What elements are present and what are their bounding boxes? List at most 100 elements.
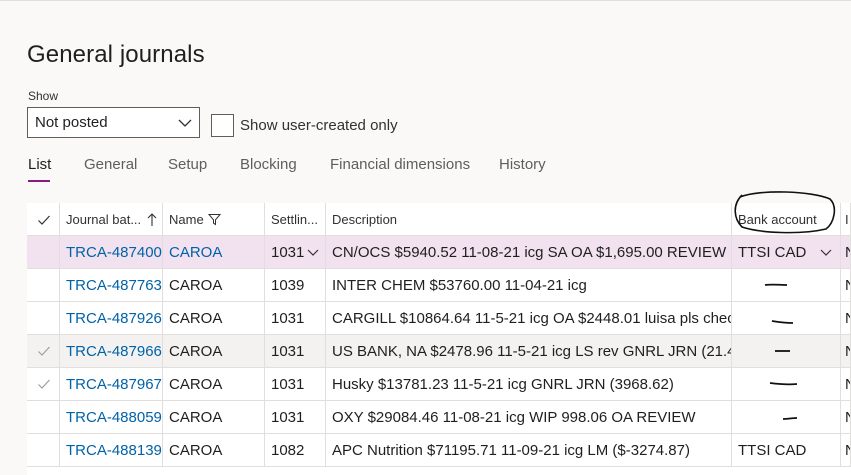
grid-header-row: Journal bat... Name Settlin... Descripti… [27,203,851,236]
journal-batch-link[interactable]: TRCA-487763 [60,269,163,301]
bank-account-cell [732,368,841,400]
journal-batch-link[interactable]: TRCA-488059 [60,401,163,433]
name-cell: CAROA [163,368,265,400]
overflow-cell-text: N [845,277,850,294]
table-row[interactable]: TRCA-487926 CAROA 1031 CARGILL $10864.64 11… [27,302,851,335]
name-cell-text: CAROA [169,375,223,393]
overflow-cell-text: N [845,343,850,360]
name-cell-text: CAROA [169,276,223,294]
row-select-checkbox[interactable] [27,335,60,367]
name-cell-text: CAROA [169,243,223,261]
user-created-only-label[interactable]: Show user-created only [240,117,398,134]
description-cell-text: CN/OCS $5940.52 11-08-21 icg SA OA $1,69… [332,243,732,261]
name-cell-text: CAROA [169,309,223,327]
journal-batch-link[interactable]: TRCA-488139 [60,434,163,466]
journal-batch-link[interactable]: TRCA-487967 [60,368,163,400]
description-cell: CN/OCS $5940.52 11-08-21 icg SA OA $1,69… [326,236,732,268]
tab-blocking[interactable]: Blocking [240,156,297,173]
bank-account-cell-text: TTSI CAD [738,243,807,261]
column-header-settlement-label: Settlin... [271,212,318,227]
settlement-cell: 1031 [265,302,326,334]
settlement-cell-text: 1031 [271,309,305,327]
table-row[interactable]: TRCA-487400 CAROA 1031 CN/OCS $5940.52 11-0… [27,236,851,269]
row-select-checkbox[interactable] [27,269,60,301]
journal-batch-link-text: TRCA-488139 [66,441,162,459]
column-header-bank-account[interactable]: Bank account [732,203,841,236]
name-cell-text: CAROA [169,342,223,360]
column-header-overflow[interactable]: I [841,203,851,236]
settlement-cell-text: 1082 [271,441,305,459]
description-cell: INTER CHEM $53760.00 11-04-21 icg [326,269,732,301]
table-row[interactable]: TRCA-488059 CAROA 1031 OXY $29084.46 11-08-… [27,401,851,434]
tab-general[interactable]: General [84,156,137,173]
settlement-cell: 1082 [265,434,326,466]
column-header-journal-batch[interactable]: Journal bat... [60,203,163,236]
page-title: General journals [27,41,205,68]
table-row[interactable]: TRCA-487966 CAROA 1031 US BANK, NA $2478.96… [27,335,851,368]
column-header-description[interactable]: Description [326,203,732,236]
row-select-checkbox[interactable] [27,368,60,400]
journals-grid: Journal bat... Name Settlin... Descripti… [27,203,851,475]
overflow-cell-text: N [845,376,850,393]
bank-account-cell: TTSI CAD [732,434,841,466]
description-cell-text: INTER CHEM $53760.00 11-04-21 icg [332,276,587,294]
description-cell: US BANK, NA $2478.96 11-5-21 icg LS rev … [326,335,732,367]
settlement-cell-text: 1039 [271,276,305,294]
description-cell: APC Nutrition $71195.71 11-09-21 icg LM … [326,434,732,466]
name-cell: CAROA [163,401,265,433]
name-cell: CAROA [163,269,265,301]
description-cell: Husky $13781.23 11-5-21 icg GNRL JRN (39… [326,368,732,400]
overflow-cell-text: N [845,244,850,261]
settlement-cell-text: 1031 [271,375,305,393]
bank-account-cell-text: TTSI CAD [738,441,807,459]
settlement-cell[interactable]: 1031 [265,236,326,268]
name-cell: CAROA [163,302,265,334]
journal-batch-link-text: TRCA-487966 [66,342,162,360]
column-header-description-label: Description [332,212,398,227]
tab-list[interactable]: List [28,156,51,173]
bank-account-cell [732,401,841,433]
row-select-checkbox[interactable] [27,401,60,433]
settlement-cell-text: 1031 [271,408,305,426]
journal-batch-link-text: TRCA-487926 [66,309,162,327]
settlement-cell-text: 1031 [271,243,305,261]
table-row[interactable]: TRCA-487763 CAROA 1039 INTER CHEM $53760.00… [27,269,851,302]
table-row[interactable]: TRCA-488139 CAROA 1082 APC Nutrition $71195… [27,434,851,467]
name-cell: CAROA [163,434,265,466]
bank-account-cell[interactable]: TTSI CAD [732,236,841,268]
overflow-cell: N [841,269,851,301]
settlement-cell-text: 1031 [271,342,305,360]
bank-account-cell [732,335,841,367]
overflow-cell: N [841,302,851,334]
column-header-settlement[interactable]: Settlin... [265,203,326,236]
overflow-cell-text: N [845,310,850,327]
journal-batch-link[interactable]: TRCA-487926 [60,302,163,334]
overflow-cell: N [841,401,851,433]
row-select-checkbox[interactable] [27,302,60,334]
journal-batch-link[interactable]: TRCA-487966 [60,335,163,367]
column-header-overflow-label: I [845,212,849,227]
tab-financial-dimensions[interactable]: Financial dimensions [330,156,470,173]
show-filter-label: Show [28,89,59,103]
table-row[interactable]: TRCA-487967 CAROA 1031 Husky $13781.23 11-5… [27,368,851,401]
overflow-cell: N [841,335,851,367]
name-cell-text: CAROA [169,408,223,426]
tab-history[interactable]: History [499,156,546,173]
select-all-checkbox[interactable] [27,203,60,236]
filter-icon [207,214,221,226]
chevron-down-icon [178,119,192,127]
column-header-name[interactable]: Name [163,203,265,236]
journal-batch-link[interactable]: TRCA-487400 [60,236,163,268]
overflow-cell: N [841,434,851,466]
user-created-only-checkbox[interactable] [211,114,234,137]
sort-ascending-icon [147,212,157,226]
row-select-checkbox[interactable] [27,434,60,466]
tab-setup[interactable]: Setup [168,156,207,173]
name-cell: CAROA [163,236,265,268]
show-filter-dropdown[interactable]: Not posted [27,107,200,138]
description-cell-text: Husky $13781.23 11-5-21 icg GNRL JRN (39… [332,375,674,393]
row-select-checkbox[interactable] [27,236,60,268]
checkmark-icon [38,346,50,356]
settlement-cell: 1031 [265,335,326,367]
chevron-down-icon [820,249,832,256]
